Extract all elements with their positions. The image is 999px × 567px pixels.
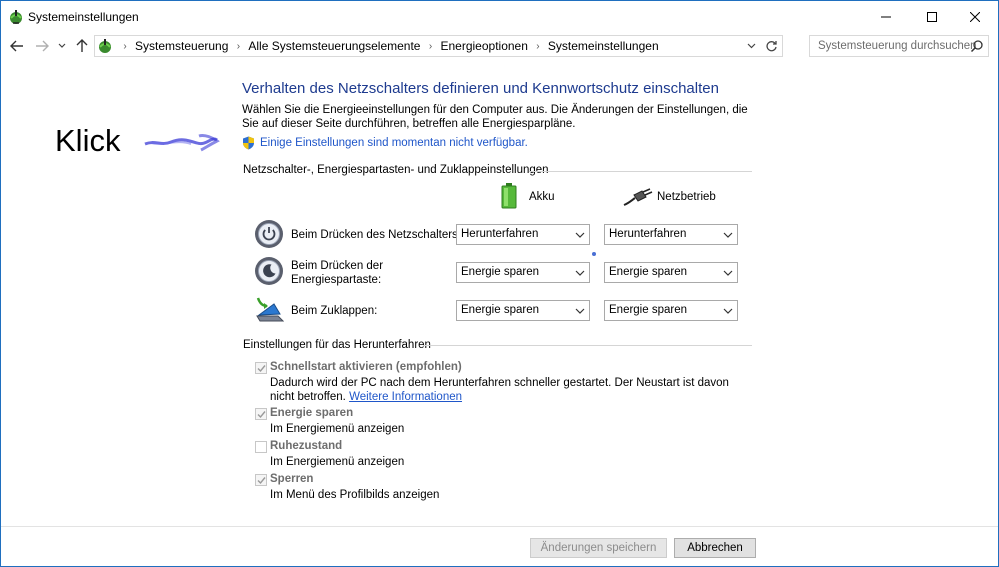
chevron-right-icon[interactable]: › [422, 41, 438, 52]
footer-bar: Änderungen speichern Abbrechen [1, 527, 998, 566]
close-button[interactable] [952, 1, 998, 32]
maximize-button[interactable] [909, 1, 955, 32]
page-description: Wählen Sie die Energieeinstellungen für … [242, 104, 748, 130]
save-changes-button[interactable]: Änderungen speichern [530, 538, 667, 558]
power-button-icon [255, 220, 283, 248]
lid-close-label: Beim Zuklappen: [291, 305, 378, 317]
power-button-label: Beim Drücken des Netzschalters: [291, 229, 462, 241]
search-input[interactable]: Systemsteuerung durchsuchen [809, 35, 989, 57]
selected-value: Energie sparen [461, 266, 539, 278]
selected-value: Energie sparen [609, 266, 687, 278]
sleep-button-label: Beim Drücken der Energiespartaste: [291, 260, 384, 286]
control-panel-icon [99, 39, 111, 53]
power-button-ac-select[interactable]: Herunterfahren [604, 224, 738, 245]
breadcrumb-alle-elemente[interactable]: Alle Systemsteuerungselemente [246, 39, 422, 53]
arrow-left-icon [10, 40, 23, 52]
chevron-right-icon[interactable]: › [230, 41, 246, 52]
hibernate-description: Im Energiemenü anzeigen [270, 456, 405, 468]
battery-icon [501, 183, 517, 209]
settings-window: Systemeinstellungen › Systemsteuerung › … [0, 0, 999, 567]
annotation-arrow-icon [144, 134, 220, 152]
sleep-button-icon [255, 257, 283, 285]
forward-button[interactable] [34, 38, 50, 54]
lock-label: Sperren [270, 473, 314, 485]
chevron-down-icon [58, 43, 66, 48]
sleep-button-battery-select[interactable]: Energie sparen [456, 262, 590, 283]
navigation-bar: › Systemsteuerung › Alle Systemsteuerung… [1, 32, 998, 60]
lid-close-battery-select[interactable]: Energie sparen [456, 300, 590, 321]
search-icon [970, 40, 983, 53]
sleep-description: Im Energiemenü anzeigen [270, 423, 405, 435]
ac-plug-icon [623, 188, 653, 206]
lock-checkbox[interactable] [255, 474, 267, 486]
window-title: Systemeinstellungen [28, 10, 139, 24]
section-divider [423, 345, 752, 346]
column-battery: Akku [529, 191, 555, 203]
cancel-button[interactable]: Abbrechen [674, 538, 756, 558]
chevron-down-icon [575, 232, 585, 238]
power-buttons-heading: Netzschalter-, Energiespartasten- und Zu… [243, 164, 549, 176]
chevron-right-icon: › [123, 40, 127, 52]
selected-value: Herunterfahren [461, 228, 539, 240]
breadcrumb-systemeinstellungen[interactable]: Systemeinstellungen [546, 39, 661, 53]
chevron-down-icon [575, 270, 585, 276]
fast-startup-checkbox[interactable] [255, 362, 267, 374]
lock-description: Im Menü des Profilbilds anzeigen [270, 489, 440, 501]
power-button-battery-select[interactable]: Herunterfahren [456, 224, 590, 245]
back-button[interactable] [9, 38, 25, 54]
lid-close-ac-select[interactable]: Energie sparen [604, 300, 738, 321]
maximize-icon [927, 11, 937, 22]
unavailable-settings-link[interactable]: Einige Einstellungen sind momentan nicht… [260, 137, 528, 149]
content-area: Klick Verhalten des Netzschalters defini… [1, 60, 998, 526]
minimize-icon [881, 16, 891, 17]
selected-value: Energie sparen [609, 304, 687, 316]
section-divider [529, 171, 752, 172]
fast-startup-label: Schnellstart aktivieren (empfohlen) [270, 361, 462, 373]
title-bar[interactable]: Systemeinstellungen [1, 1, 998, 32]
sleep-button-ac-select[interactable]: Energie sparen [604, 262, 738, 283]
hibernate-checkbox[interactable] [255, 441, 267, 453]
fast-startup-description: Dadurch wird der PC nach dem Herunterfah… [270, 376, 740, 404]
power-options-icon [10, 10, 22, 24]
up-button[interactable] [74, 38, 90, 54]
uac-shield-icon [243, 136, 254, 150]
checkmark-icon [257, 365, 266, 373]
annotation-text: Klick [55, 123, 121, 158]
minimize-button[interactable] [863, 1, 909, 32]
breadcrumb: › Systemsteuerung › Alle Systemsteuerung… [117, 36, 661, 56]
chevron-down-icon [723, 232, 733, 238]
chevron-down-icon [575, 308, 585, 314]
chevron-right-icon[interactable]: › [530, 41, 546, 52]
page-title: Verhalten des Netzschalters definieren u… [242, 80, 719, 97]
breadcrumb-energieoptionen[interactable]: Energieoptionen [438, 39, 529, 53]
search-placeholder: Systemsteuerung durchsuchen [818, 40, 977, 52]
chevron-down-icon [723, 308, 733, 314]
sleep-label: Energie sparen [270, 407, 354, 419]
shutdown-settings-heading: Einstellungen für das Herunterfahren [243, 339, 431, 351]
refresh-button[interactable] [763, 38, 779, 54]
selected-value: Energie sparen [461, 304, 539, 316]
checkmark-icon [257, 411, 266, 419]
refresh-icon [765, 40, 777, 51]
arrow-right-icon [36, 40, 49, 52]
arrow-up-icon [76, 39, 88, 52]
close-icon [970, 11, 980, 22]
chevron-down-icon [747, 43, 755, 49]
sleep-checkbox[interactable] [255, 408, 267, 420]
recent-locations-button[interactable] [56, 38, 68, 54]
focus-dot [592, 252, 596, 256]
chevron-down-icon [723, 270, 733, 276]
column-ac: Netzbetrieb [657, 191, 716, 203]
hibernate-label: Ruhezustand [270, 440, 343, 452]
breadcrumb-systemsteuerung[interactable]: Systemsteuerung [133, 39, 230, 53]
address-dropdown-button[interactable] [744, 39, 758, 53]
fast-startup-desc-text: Dadurch wird der PC nach dem Herunterfah… [270, 377, 729, 403]
checkmark-icon [257, 477, 266, 485]
selected-value: Herunterfahren [609, 228, 687, 240]
address-bar[interactable]: › Systemsteuerung › Alle Systemsteuerung… [94, 35, 783, 57]
more-info-link[interactable]: Weitere Informationen [349, 391, 462, 403]
lid-close-icon [256, 297, 284, 322]
